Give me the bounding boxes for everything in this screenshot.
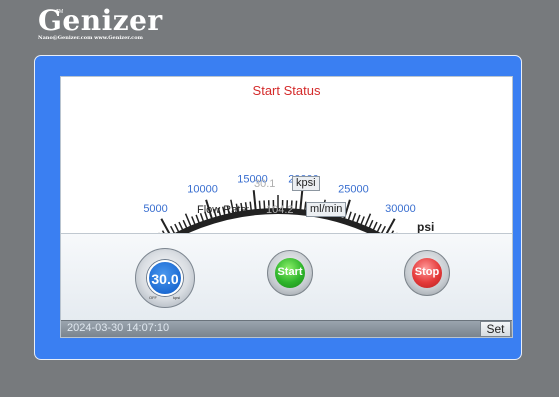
gauge-major-tick xyxy=(299,190,304,213)
knob-face: 30.0 xyxy=(147,260,183,296)
gauge-minor-tick xyxy=(263,200,266,212)
pressure-value: 30.1 xyxy=(254,178,276,190)
hmi-panel: Start Status 050001000015000200002500030… xyxy=(60,76,513,338)
gauge-tick-label: 5000 xyxy=(143,203,167,215)
gauge-unit: psi xyxy=(417,220,434,234)
flow-unit-button[interactable]: ml/min xyxy=(306,202,347,217)
knob-off-label: OFF xyxy=(149,295,157,300)
trademark: TM xyxy=(56,9,64,15)
status-bar: 2024-03-30 14:07:10 Set xyxy=(61,320,512,337)
pressure-setpoint-knob[interactable]: 30.0 OFF kpsi xyxy=(135,248,195,308)
flow-rate-value: 104.2 xyxy=(266,204,294,216)
start-button-face: Start xyxy=(275,258,305,288)
knob-unit-label: kpsi xyxy=(173,295,181,300)
genizer-logo: Genizer TM Nano@Genizer.com www.Genizer.… xyxy=(38,6,163,42)
start-button[interactable]: Start xyxy=(267,250,313,296)
gauge-minor-tick xyxy=(294,200,298,212)
stop-button-label: Stop xyxy=(414,266,440,278)
flow-rate-label: Flow Rate: xyxy=(197,204,250,216)
gauge-major-tick xyxy=(252,190,257,213)
pressure-unit-button[interactable]: kpsi xyxy=(292,176,320,191)
set-button[interactable]: Set xyxy=(480,321,511,337)
knob-value: 30.0 xyxy=(151,271,179,287)
control-area: 30.0 OFF kpsi Start Stop xyxy=(61,233,512,321)
start-button-label: Start xyxy=(277,266,303,278)
gauge-tick-label: 30000 xyxy=(385,203,416,215)
stop-button[interactable]: Stop xyxy=(404,250,450,296)
gauge-minor-tick xyxy=(258,200,262,212)
gauge-tick-label: 10000 xyxy=(187,183,218,195)
gauge-tick-label: 25000 xyxy=(338,183,369,195)
stop-button-face: Stop xyxy=(412,258,442,288)
datetime-display: 2024-03-30 14:07:10 xyxy=(67,322,170,334)
